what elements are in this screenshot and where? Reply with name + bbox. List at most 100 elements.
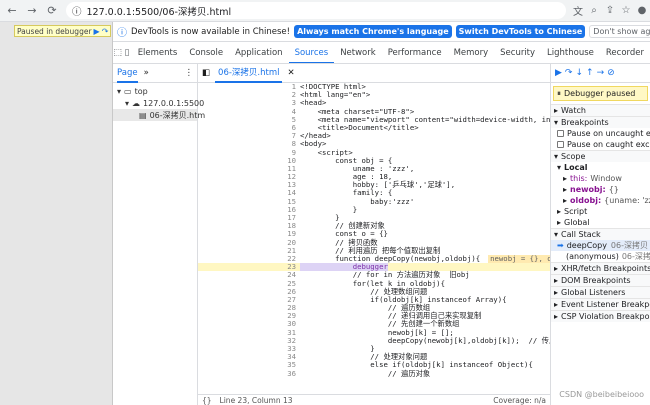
expand-arrow-icon: ▾ (554, 118, 559, 127)
code-line[interactable]: 15 baby:'zzz' (198, 197, 550, 206)
close-icon[interactable]: ✕ (287, 68, 294, 78)
tab-elements[interactable]: Elements (132, 42, 184, 63)
code-line[interactable]: 36 // 遍历对象 (198, 369, 550, 378)
device-toggle-icon[interactable]: ▯ (122, 48, 131, 58)
tab-security[interactable]: Security (494, 42, 541, 63)
reload-icon[interactable]: ⟳ (44, 3, 60, 19)
section-watch[interactable]: ▸ Watch (551, 104, 650, 116)
code-line[interactable]: 6 <title>Document</title> (198, 123, 550, 132)
deactivate-breakpoints-icon[interactable]: ⊘ (607, 68, 615, 78)
pause-icon: ⏸ (557, 88, 561, 98)
collapse-arrow-icon: ▸ (563, 174, 568, 183)
collapse-arrow-icon: ▸ (554, 276, 559, 285)
kebab-menu-icon[interactable]: ⋮ (185, 68, 198, 78)
tree-item-file[interactable]: ▤ 06-深拷贝.htm (113, 109, 205, 121)
tab-lighthouse[interactable]: Lighthouse (541, 42, 600, 63)
resume-icon[interactable]: ▶︎ (555, 68, 562, 78)
dont-show-button[interactable]: Don't show again (589, 25, 650, 38)
sidebar-toggle-icon[interactable]: ◧ (202, 68, 210, 78)
tree-label: top (134, 86, 148, 96)
translate-icon[interactable]: 文 (570, 3, 586, 18)
bookmark-star-icon[interactable]: ☆ (618, 5, 634, 16)
section-xhr-breakpoints[interactable]: ▸ XHR/fetch Breakpoints (551, 262, 650, 274)
scope-local[interactable]: ▾ Local (551, 162, 650, 173)
share-icon[interactable]: ⇪ (602, 5, 618, 16)
braces-icon[interactable]: {} (202, 396, 212, 405)
switch-chinese-button[interactable]: Switch DevTools to Chinese (455, 25, 586, 38)
expand-arrow-icon: ▾ (557, 163, 562, 172)
section-title: Global Listeners (561, 288, 626, 297)
scope-script[interactable]: ▸ Script (551, 206, 650, 217)
code-line[interactable]: 7 </head> (198, 131, 550, 140)
section-csp-breakpoints[interactable]: ▸CSP Violation Breakpoints (551, 310, 650, 322)
step-over-icon[interactable]: ↷ (102, 27, 109, 36)
frame-name: (anonymous) (566, 252, 619, 261)
section-dom-breakpoints[interactable]: ▸ DOM Breakpoints (551, 274, 650, 286)
section-breakpoints[interactable]: ▾ Breakpoints (551, 116, 650, 128)
code-line[interactable]: 1 <!DOCTYPE html> (198, 83, 550, 91)
inspect-icon[interactable]: ⬚ (113, 48, 122, 58)
call-frame[interactable]: (anonymous)06-深拷贝 (551, 251, 650, 262)
match-language-button[interactable]: Always match Chrome's language (294, 25, 452, 38)
tab-application[interactable]: Application (229, 42, 289, 63)
line-number[interactable]: 36 (284, 369, 300, 378)
scope-title: Global (564, 218, 590, 227)
collapse-arrow-icon: ▸ (563, 185, 568, 194)
tree-item-origin[interactable]: ▾ ☁ 127.0.0.1:5500 (113, 97, 204, 109)
step-into-icon[interactable]: ↓ (575, 68, 583, 78)
var-value: {uname: 'zzz' (604, 196, 650, 205)
scope-var-newobj[interactable]: ▸ newobj:{} (551, 184, 650, 195)
section-event-listener-breakpoints[interactable]: ▸Event Listener Breakpoints (551, 298, 650, 310)
page-viewport: Paused in debugger ▶︎ ↷ (0, 22, 113, 405)
tree-label: 06-深拷贝.htm (149, 110, 206, 120)
option-label: Pause on uncaught exceptions (567, 129, 650, 138)
pause-caught-option[interactable]: Pause on caught exceptions (551, 139, 650, 150)
profile-icon[interactable]: ● (634, 5, 650, 16)
code-line[interactable]: 8 <body> (198, 140, 550, 148)
tab-memory[interactable]: Memory (448, 42, 495, 63)
scope-var-this[interactable]: ▸ this: Window (551, 173, 650, 184)
address-bar[interactable]: ⓘ 127.0.0.1:5500/06-深拷贝.html (66, 2, 566, 19)
tab-network[interactable]: Network (334, 42, 382, 63)
info-icon[interactable]: ⓘ (72, 4, 82, 18)
tree-item-top[interactable]: ▾ ▭ top (113, 85, 197, 97)
tab-console[interactable]: Console (183, 42, 229, 63)
scope-var-oldobj[interactable]: ▸oldobj:{uname: 'zzz' (551, 195, 650, 206)
checkbox[interactable] (557, 141, 564, 148)
tab-recorder[interactable]: Recorder (600, 42, 650, 63)
section-title: Breakpoints (561, 118, 609, 127)
var-value: {} (608, 185, 619, 194)
tab-performance[interactable]: Performance (382, 42, 448, 63)
tab-sources[interactable]: Sources (288, 42, 335, 63)
scope-global[interactable]: ▸ Global (551, 217, 650, 228)
section-scope[interactable]: ▾ Scope (551, 150, 650, 162)
step-over-icon[interactable]: ↷ (565, 68, 573, 78)
section-title: DOM Breakpoints (561, 276, 631, 285)
step-icon[interactable]: → (597, 68, 605, 78)
section-call-stack[interactable]: ▾ Call Stack (551, 228, 650, 240)
resume-icon[interactable]: ▶︎ (94, 27, 100, 36)
paused-overlay: Paused in debugger ▶︎ ↷ (14, 25, 112, 37)
more-tabs-icon[interactable]: » (144, 68, 149, 78)
code-line[interactable]: 16 } (198, 205, 550, 214)
frame-location: 06-深拷贝 (621, 252, 650, 261)
file-tab[interactable]: 06-深拷贝.html (215, 64, 283, 83)
expand-arrow-icon: ▾ (125, 98, 130, 108)
collapse-arrow-icon: ▸ (557, 207, 562, 216)
step-out-icon[interactable]: ↑ (586, 68, 594, 78)
pause-uncaught-option[interactable]: Pause on uncaught exceptions (551, 128, 650, 139)
checkbox[interactable] (557, 130, 564, 137)
code-area[interactable]: 1 <!DOCTYPE html> 2 <html lang="en"> 3 <head>… (198, 83, 550, 394)
section-title: Scope (561, 152, 586, 161)
devtools-panel: ⓘ DevTools is now available in Chinese! … (113, 22, 650, 405)
back-icon[interactable]: ← (4, 3, 20, 19)
var-name: newobj: (570, 185, 606, 194)
code-line[interactable]: 2 <html lang="en"> (198, 90, 550, 99)
zoom-icon[interactable]: ⌕ (586, 5, 602, 16)
section-global-listeners[interactable]: ▸ Global Listeners (551, 286, 650, 298)
call-frame[interactable]: ➡ deepCopy 06-深拷贝 (551, 240, 650, 251)
paused-text: Debugger paused (564, 89, 636, 98)
forward-icon[interactable]: → (24, 3, 40, 19)
collapse-arrow-icon: ▸ (554, 312, 559, 321)
tab-page[interactable]: Page (117, 64, 138, 83)
